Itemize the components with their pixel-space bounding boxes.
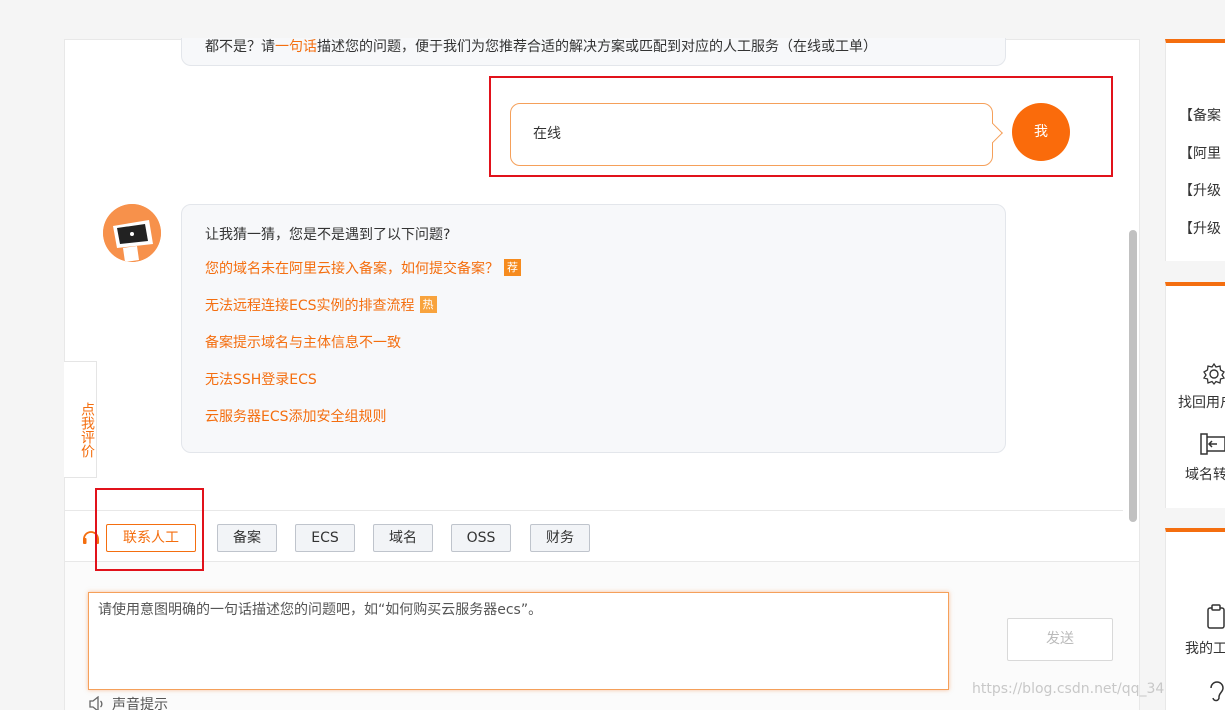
- user-message-bubble: 在线: [510, 103, 1003, 166]
- send-button[interactable]: 发送: [1007, 618, 1113, 661]
- ear-icon: [1210, 681, 1224, 702]
- prev-message-prefix: 都不是？请: [205, 39, 275, 55]
- user-avatar: 我: [1012, 103, 1070, 161]
- quick-button-oss[interactable]: OSS: [451, 524, 511, 552]
- bot-intro-text: 让我猜一猜，您是不是遇到了以下问题?: [205, 227, 451, 243]
- sidebar-link[interactable]: 【升级: [1179, 218, 1221, 238]
- chat-scrollbar[interactable]: [1129, 230, 1137, 522]
- suggestion-text: 备案提示域名与主体信息不一致: [205, 335, 401, 351]
- suggestion-link[interactable]: 无法SSH登录ECS: [205, 368, 1005, 405]
- sound-toggle[interactable]: 声音提示: [88, 694, 168, 710]
- suggestion-link[interactable]: 您的域名未在阿里云接入备案，如何提交备案？ 荐: [205, 257, 1005, 294]
- user-message-text: 在线: [533, 126, 561, 142]
- transfer-icon: [1200, 433, 1225, 455]
- gear-icon: [1202, 362, 1225, 386]
- suggestion-text: 您的域名未在阿里云接入备案，如何提交备案？: [205, 261, 499, 277]
- previous-bot-message: 都不是？请一句话描述您的问题，便于我们为您推荐合适的解决方案或匹配到对应的人工服…: [181, 38, 1006, 66]
- suggestion-text: 无法SSH登录ECS: [205, 372, 317, 388]
- sidebar-hot-links-card: 【备案 【阿里 【升级 【升级: [1165, 39, 1225, 261]
- speaker-icon: [89, 695, 103, 710]
- quick-button-finance[interactable]: 财务: [530, 524, 590, 552]
- sidebar-tool-label[interactable]: 域名转: [1185, 464, 1225, 484]
- rate-service-tab[interactable]: 点我评价: [64, 361, 97, 478]
- sidebar-link[interactable]: 【升级: [1179, 180, 1221, 200]
- prev-message-suffix: 描述您的问题，便于我们为您推荐合适的解决方案或匹配到对应的人工服务（在线或工单）: [317, 39, 877, 55]
- prev-message-highlight: 一句话: [275, 39, 317, 55]
- sidebar-link[interactable]: 【阿里: [1179, 143, 1221, 163]
- contact-human-highlight-box: [95, 488, 204, 571]
- quick-button-ecs[interactable]: ECS: [295, 524, 355, 552]
- bot-avatar: [103, 204, 161, 262]
- sidebar-tools-card: 找回用户 域名转: [1165, 282, 1225, 508]
- robot-icon: [103, 204, 161, 262]
- chat-panel: 都不是？请一句话描述您的问题，便于我们为您推荐合适的解决方案或匹配到对应的人工服…: [64, 38, 1140, 710]
- sound-label: 声音提示: [112, 697, 168, 710]
- quick-action-bar: 联系人工 备案 ECS 域名 OSS 财务: [65, 510, 1123, 560]
- suggestion-text: 无法远程连接ECS实例的排查流程: [205, 298, 415, 314]
- suggestion-link[interactable]: 云服务器ECS添加安全组规则: [205, 405, 1005, 442]
- sidebar-tool-label[interactable]: 我的工: [1185, 638, 1225, 658]
- sidebar-tool-label[interactable]: 找回用户: [1178, 392, 1225, 412]
- clipboard-icon: [1207, 604, 1225, 629]
- suggestion-text: 云服务器ECS添加安全组规则: [205, 409, 387, 425]
- bot-suggestion-bubble: 让我猜一猜，您是不是遇到了以下问题? 您的域名未在阿里云接入备案，如何提交备案？…: [181, 204, 1006, 453]
- recommend-badge: 荐: [504, 259, 521, 276]
- hot-badge: 热: [419, 296, 437, 313]
- suggestion-link[interactable]: 无法远程连接ECS实例的排查流程热: [205, 294, 1005, 331]
- message-input[interactable]: [88, 592, 949, 690]
- quick-button-filing[interactable]: 备案: [217, 524, 277, 552]
- quick-button-domain[interactable]: 域名: [373, 524, 433, 552]
- sidebar-ticket-card: 我的工: [1165, 528, 1225, 710]
- suggestion-link[interactable]: 备案提示域名与主体信息不一致: [205, 331, 1005, 368]
- sidebar-link[interactable]: 【备案: [1179, 105, 1221, 125]
